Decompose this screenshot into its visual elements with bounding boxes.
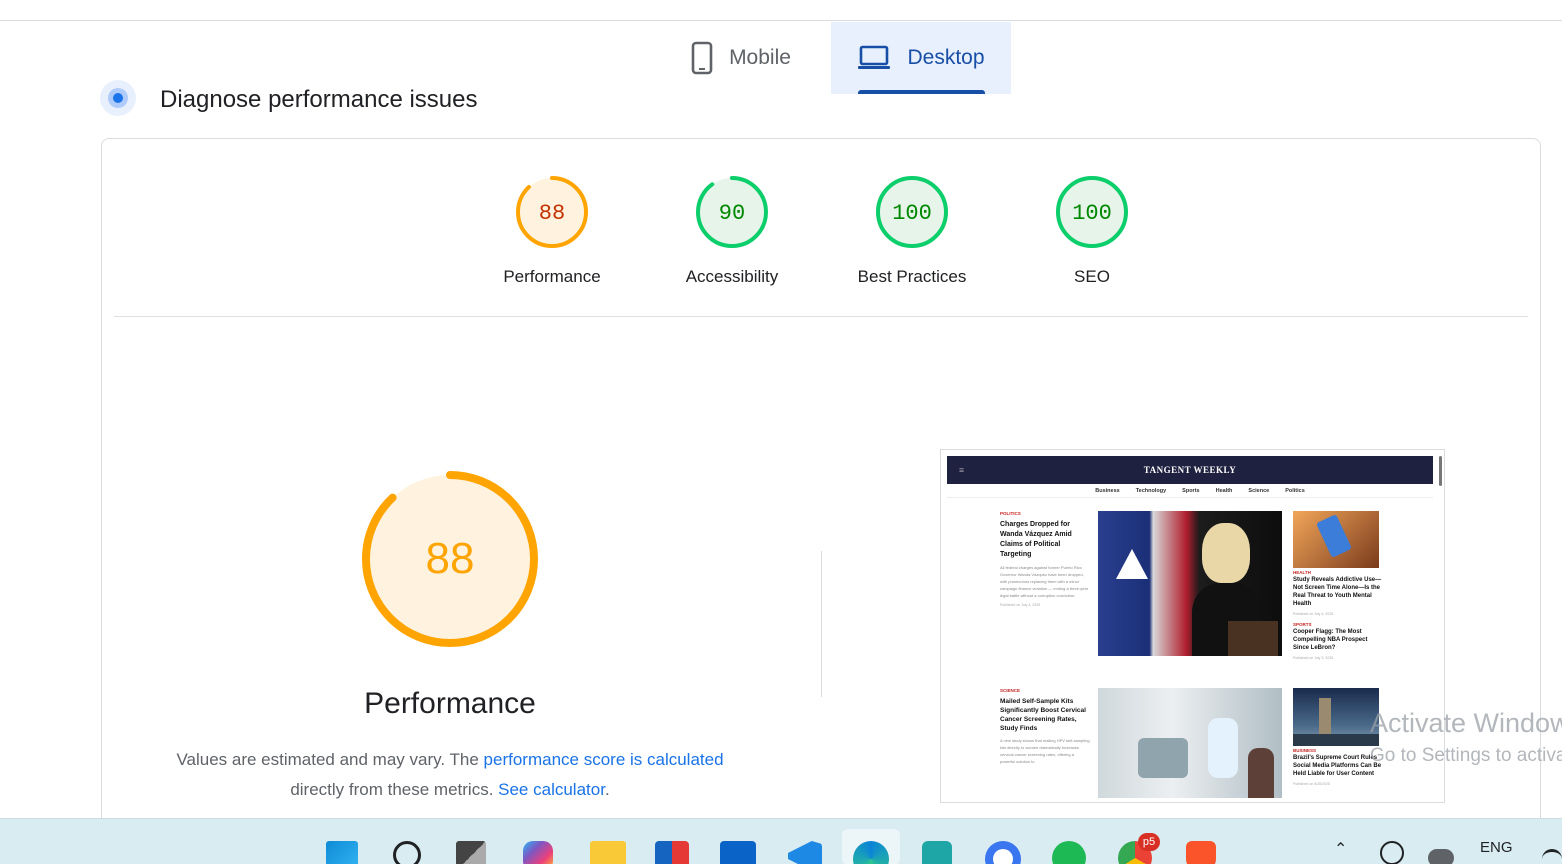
nav-item: Technology <box>1135 488 1167 494</box>
page: Diagnose performance issues Mobile Deskt… <box>0 0 1562 864</box>
signal-icon[interactable] <box>985 841 1021 864</box>
performance-title: Performance <box>364 687 536 720</box>
article-image-phone <box>1293 511 1379 568</box>
search-icon[interactable] <box>393 841 421 864</box>
gauge-ring: 100 <box>876 176 948 248</box>
gauge-best-practices[interactable]: 100 Best Practices <box>842 175 982 287</box>
score-gauges: 88 Performance 90 Accessibility 100 Best… <box>102 175 1540 295</box>
brave-icon[interactable] <box>1186 841 1216 864</box>
article-science: SCIENCE Mailed Self-Sample Kits Signific… <box>1000 688 1090 764</box>
outlook-icon[interactable] <box>720 841 756 864</box>
screenshot-nav: Business Technology Sports Health Scienc… <box>947 484 1433 498</box>
performance-score-link[interactable]: performance score is calculated <box>484 750 724 769</box>
top-divider <box>0 20 1562 21</box>
language-indicator[interactable]: ENG <box>1480 839 1513 856</box>
gauge-accessibility[interactable]: 90 Accessibility <box>662 175 802 287</box>
gauge-label: Performance <box>503 267 601 286</box>
gauges-divider <box>114 316 1528 317</box>
wifi-icon[interactable] <box>1542 849 1562 864</box>
gauge-label: SEO <box>1074 267 1110 286</box>
nav-item: Health <box>1215 488 1233 494</box>
gauge-value: 90 <box>719 201 745 226</box>
microsoft-store-icon[interactable] <box>655 841 689 864</box>
sync-icon[interactable] <box>1380 841 1404 864</box>
performance-note: Values are estimated and may vary. The p… <box>142 745 758 805</box>
see-calculator-link[interactable]: See calculator <box>498 780 605 799</box>
gauge-ring: 100 <box>1056 176 1128 248</box>
article-image-clinic <box>1098 688 1282 798</box>
smartphone-icon <box>691 41 713 75</box>
task-view-icon[interactable] <box>456 841 486 864</box>
chrome-profile-badge: p5 <box>1138 833 1160 851</box>
screenshot-scrollbar <box>1439 456 1442 486</box>
tab-mobile-label: Mobile <box>729 46 791 69</box>
surfshark-icon[interactable] <box>922 841 952 864</box>
gauge-label: Best Practices <box>857 267 967 286</box>
note-suffix: . <box>604 780 610 799</box>
menu-icon: ≡ <box>959 465 965 475</box>
tab-desktop[interactable]: Desktop <box>831 22 1011 94</box>
article-image-court <box>1293 688 1379 746</box>
gauge-value: 100 <box>1072 201 1112 226</box>
article-politics: POLITICS Charges Dropped for Wanda Vázqu… <box>1000 511 1089 607</box>
gauge-ring: 88 <box>516 176 588 248</box>
copilot-icon[interactable] <box>523 841 553 864</box>
note-text: Values are estimated and may vary. The <box>176 750 484 769</box>
gauge-ring: 90 <box>696 176 768 248</box>
report-card: 88 Performance 90 Accessibility 100 Best… <box>101 138 1541 838</box>
watermark-line2: Go to Settings to activate Windows. <box>1370 745 1562 766</box>
chevron-up-icon[interactable]: ⌃ <box>1334 839 1347 859</box>
activate-windows-watermark: Activate Windows Go to Settings to activ… <box>1370 708 1562 767</box>
nav-item: Science <box>1248 488 1270 494</box>
device-tabs: Mobile Desktop <box>0 22 1562 94</box>
nav-item: Business <box>1095 488 1120 494</box>
gauge-seo[interactable]: 100 SEO <box>1022 175 1162 287</box>
note-text-2: directly from these metrics. <box>290 780 499 799</box>
performance-big-gauge: 88 <box>360 469 540 649</box>
gauge-performance[interactable]: 88 Performance <box>482 175 622 287</box>
performance-big-value: 88 <box>426 534 475 583</box>
vscode-icon[interactable] <box>788 841 822 864</box>
article-sports: SPORTS Cooper Flagg: The Most Compelling… <box>1293 622 1368 660</box>
watermark-line1: Activate Windows <box>1370 708 1562 738</box>
gauge-value: 88 <box>539 201 565 226</box>
tab-desktop-label: Desktop <box>907 46 985 69</box>
article-health: HEALTH Study Reveals Addictive Use—Not S… <box>1293 570 1382 616</box>
article-image-flag <box>1098 511 1282 656</box>
nav-item: Politics <box>1285 488 1305 494</box>
laptop-icon <box>857 45 891 71</box>
taskbar: p5 ⌃ ENG <box>0 818 1562 864</box>
nav-item: Sports <box>1182 488 1200 494</box>
cloud-icon[interactable] <box>1428 849 1454 864</box>
gauge-label: Accessibility <box>685 267 779 286</box>
spotify-icon[interactable] <box>1052 841 1086 864</box>
windows-start-icon[interactable] <box>326 841 358 864</box>
tab-mobile[interactable]: Mobile <box>651 22 831 94</box>
gauge-value: 100 <box>892 201 932 226</box>
screenshot-masthead: ≡ TANGENT WEEKLY <box>947 456 1433 484</box>
file-explorer-icon[interactable] <box>590 841 626 864</box>
vertical-divider <box>821 551 822 697</box>
